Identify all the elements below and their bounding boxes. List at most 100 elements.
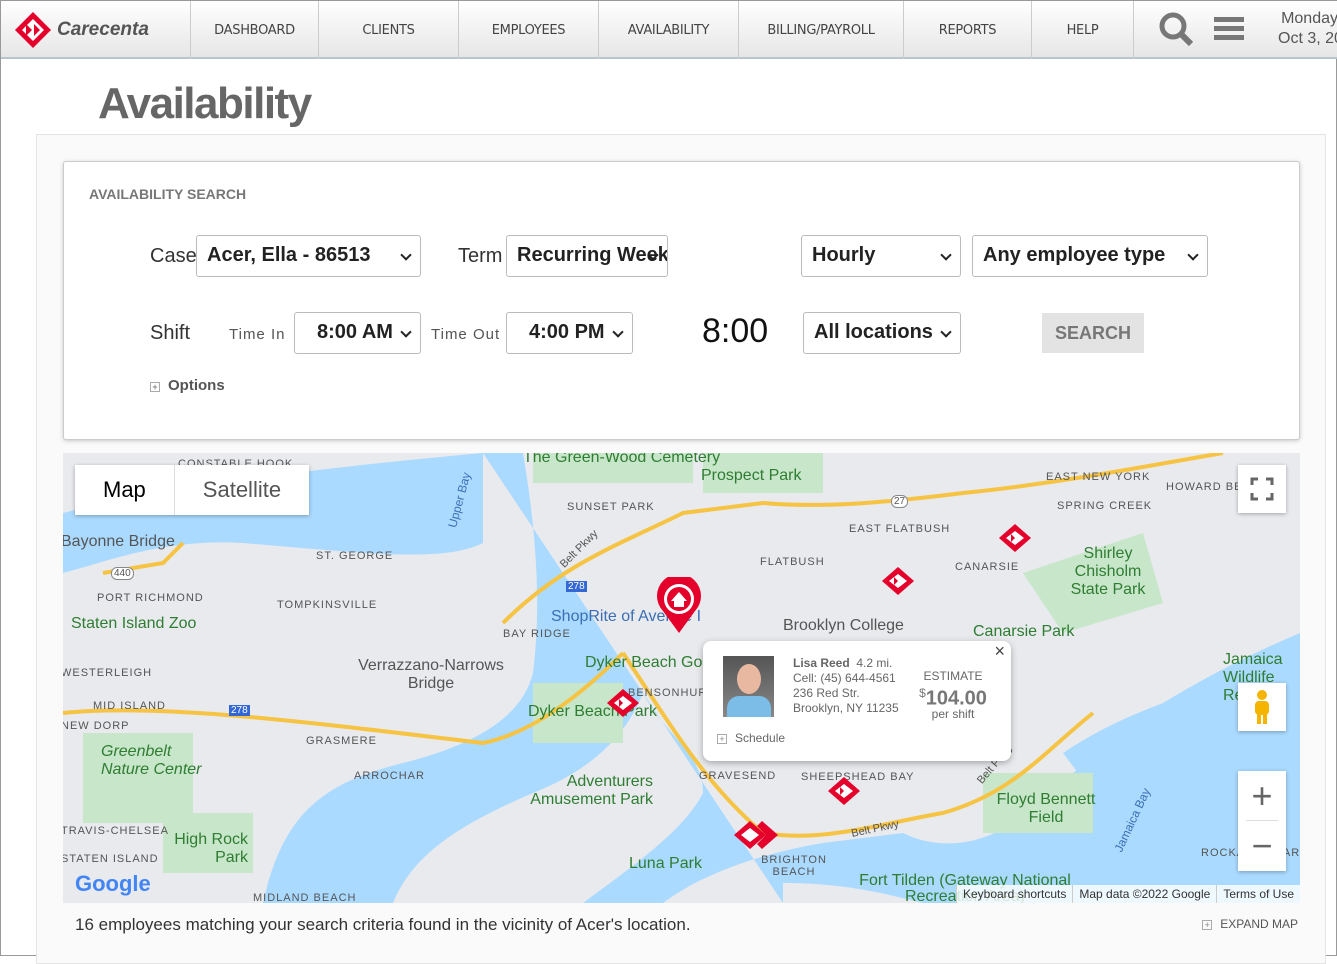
expand-map-button[interactable]: + EXPAND MAP — [1202, 917, 1298, 931]
employee-address-line1: 236 Red Str. — [793, 686, 860, 700]
shift-label: Shift — [150, 322, 191, 344]
time-out-select[interactable]: 4:00 PM — [506, 312, 633, 354]
map-label: High Rock Park — [174, 831, 248, 866]
zoom-out-button[interactable]: − — [1251, 821, 1272, 871]
map-label: FLATBUSH — [760, 556, 825, 568]
options-toggle[interactable]: + Options — [150, 377, 225, 394]
map-label: STATEN ISLAND — [63, 853, 159, 865]
term-select[interactable]: Recurring Weekly — [506, 235, 668, 277]
keyboard-shortcuts-link[interactable]: Keyboard shortcuts — [955, 885, 1072, 903]
street-view-pegman[interactable] — [1238, 683, 1286, 731]
map-label: MID ISLAND — [93, 700, 166, 712]
map-label: Greenbelt Nature Center — [101, 743, 202, 778]
zoom-controls: + − — [1238, 771, 1286, 871]
top-nav: Carecenta DASHBOARD CLIENTS EMPLOYEES AV… — [1, 1, 1337, 59]
page-title: Availability — [98, 79, 312, 128]
map-label: NEW DORP — [63, 720, 130, 732]
map-label: BRIGHTON BEACH — [761, 854, 827, 878]
map-canvas[interactable] — [63, 453, 1300, 903]
location-select[interactable]: All locations — [803, 312, 961, 354]
map-label: Staten Island Zoo — [71, 615, 197, 632]
carecenta-logo-icon — [15, 12, 51, 48]
zoom-in-button[interactable]: + — [1246, 771, 1278, 821]
estimate-label: ESTIMATE — [923, 669, 983, 683]
employee-info-popup: × Lisa Reed 4.2 mi. Cell: (45) 644-4561 … — [703, 641, 1011, 761]
map-label: Verrazzano-Narrows Bridge — [358, 657, 504, 692]
map-label: ST. GEORGE — [316, 550, 394, 562]
section-heading: AVAILABILITY SEARCH — [89, 186, 247, 202]
results-summary: 16 employees matching your search criter… — [75, 915, 691, 934]
map-label: Floyd Bennett Field — [996, 791, 1096, 826]
nav-billing-payroll[interactable]: BILLING/PAYROLL — [739, 1, 904, 59]
map-label: WESTERLEIGH — [63, 667, 153, 679]
map-label: Prospect Park — [701, 467, 802, 484]
employee-type-select[interactable]: Any employee type — [972, 235, 1208, 277]
map-data-text: Map data ©2022 Google — [1072, 885, 1216, 903]
employee-marker-icon[interactable] — [606, 688, 640, 718]
term-label: Term — [458, 245, 503, 267]
employee-distance: 4.2 mi. — [856, 656, 893, 670]
map-label: TOMPKINSVILLE — [277, 599, 378, 611]
map-label: Canarsie Park — [973, 623, 1075, 640]
map-label: Bayonne Bridge — [63, 533, 175, 550]
case-select[interactable]: Acer, Ella - 86513 — [196, 235, 421, 277]
map-label: GRAVESEND — [699, 770, 777, 782]
brand-name: Carecenta — [57, 19, 149, 40]
map-label: Shirley Chisholm State Park — [1070, 545, 1146, 598]
nav-dashboard[interactable]: DASHBOARD — [191, 1, 319, 59]
time-in-label: Time In — [229, 326, 286, 343]
employee-name[interactable]: Lisa Reed — [793, 656, 850, 670]
logo[interactable]: Carecenta — [1, 1, 191, 59]
employee-address-line2: Brooklyn, NY 11235 — [793, 701, 899, 715]
map-label: SUNSET PARK — [567, 501, 655, 513]
map-attribution: Keyboard shortcuts Map data ©2022 Google… — [955, 885, 1300, 903]
close-icon[interactable]: × — [994, 641, 1005, 662]
map-label: SPRING CREEK — [1057, 500, 1153, 512]
satellite-tab[interactable]: Satellite — [173, 465, 309, 515]
map[interactable]: The Green-Wood Cemetery Prospect Park St… — [63, 453, 1300, 903]
expand-icon: + — [1202, 920, 1213, 930]
nav-availability[interactable]: AVAILABILITY — [599, 1, 739, 59]
case-label: Case — [150, 245, 197, 267]
map-label: ARROCHAR — [354, 770, 425, 782]
map-tab[interactable]: Map — [75, 465, 174, 515]
expand-icon: + — [717, 734, 727, 744]
employee-marker-icon[interactable] — [827, 776, 861, 806]
menu-icon[interactable] — [1214, 15, 1244, 43]
search-icon[interactable] — [1158, 11, 1194, 47]
map-label: PORT RICHMOND — [97, 592, 204, 604]
employee-marker-icon[interactable] — [998, 523, 1032, 553]
employee-marker-icon[interactable] — [881, 566, 915, 596]
map-label: GRASMERE — [306, 735, 377, 747]
pegman-icon — [1255, 690, 1269, 724]
fullscreen-icon — [1250, 477, 1274, 501]
client-home-marker-icon[interactable] — [655, 577, 703, 635]
time-in-select[interactable]: 8:00 AM — [294, 312, 421, 354]
employee-avatar — [723, 656, 774, 717]
map-label: Luna Park — [629, 855, 702, 872]
road-shield: 278 — [566, 581, 587, 592]
terms-link[interactable]: Terms of Use — [1216, 885, 1300, 903]
map-label: Dyker Beach Golf — [585, 654, 711, 671]
map-label: Adventurers Amusement Park — [530, 773, 653, 808]
map-type-toggle: Map Satellite — [75, 465, 310, 515]
fullscreen-button[interactable] — [1238, 465, 1286, 513]
map-label: TRAVIS-CHELSEA — [63, 825, 169, 837]
search-button[interactable]: SEARCH — [1042, 313, 1144, 353]
nav-clients[interactable]: CLIENTS — [319, 1, 459, 59]
nav-employees[interactable]: EMPLOYEES — [459, 1, 599, 59]
estimate-unit: per shift — [931, 706, 975, 721]
schedule-toggle[interactable]: + Schedule — [717, 731, 785, 745]
map-label: The Green-Wood Cemetery — [523, 453, 721, 466]
map-label: CANARSIE — [955, 561, 1020, 573]
shift-duration: 8:00 — [702, 312, 769, 350]
road-shield: 278 — [229, 705, 250, 716]
time-out-label: Time Out — [431, 326, 501, 343]
rate-type-select[interactable]: Hourly — [801, 235, 961, 277]
currency-symbol: $ — [919, 686, 926, 700]
employee-cell: Cell: (45) 644-4561 — [793, 671, 896, 685]
nav-reports[interactable]: REPORTS — [904, 1, 1032, 59]
map-label: BAY RIDGE — [503, 628, 571, 640]
employee-marker-icon[interactable] — [733, 820, 779, 850]
nav-help[interactable]: HELP — [1032, 1, 1134, 59]
